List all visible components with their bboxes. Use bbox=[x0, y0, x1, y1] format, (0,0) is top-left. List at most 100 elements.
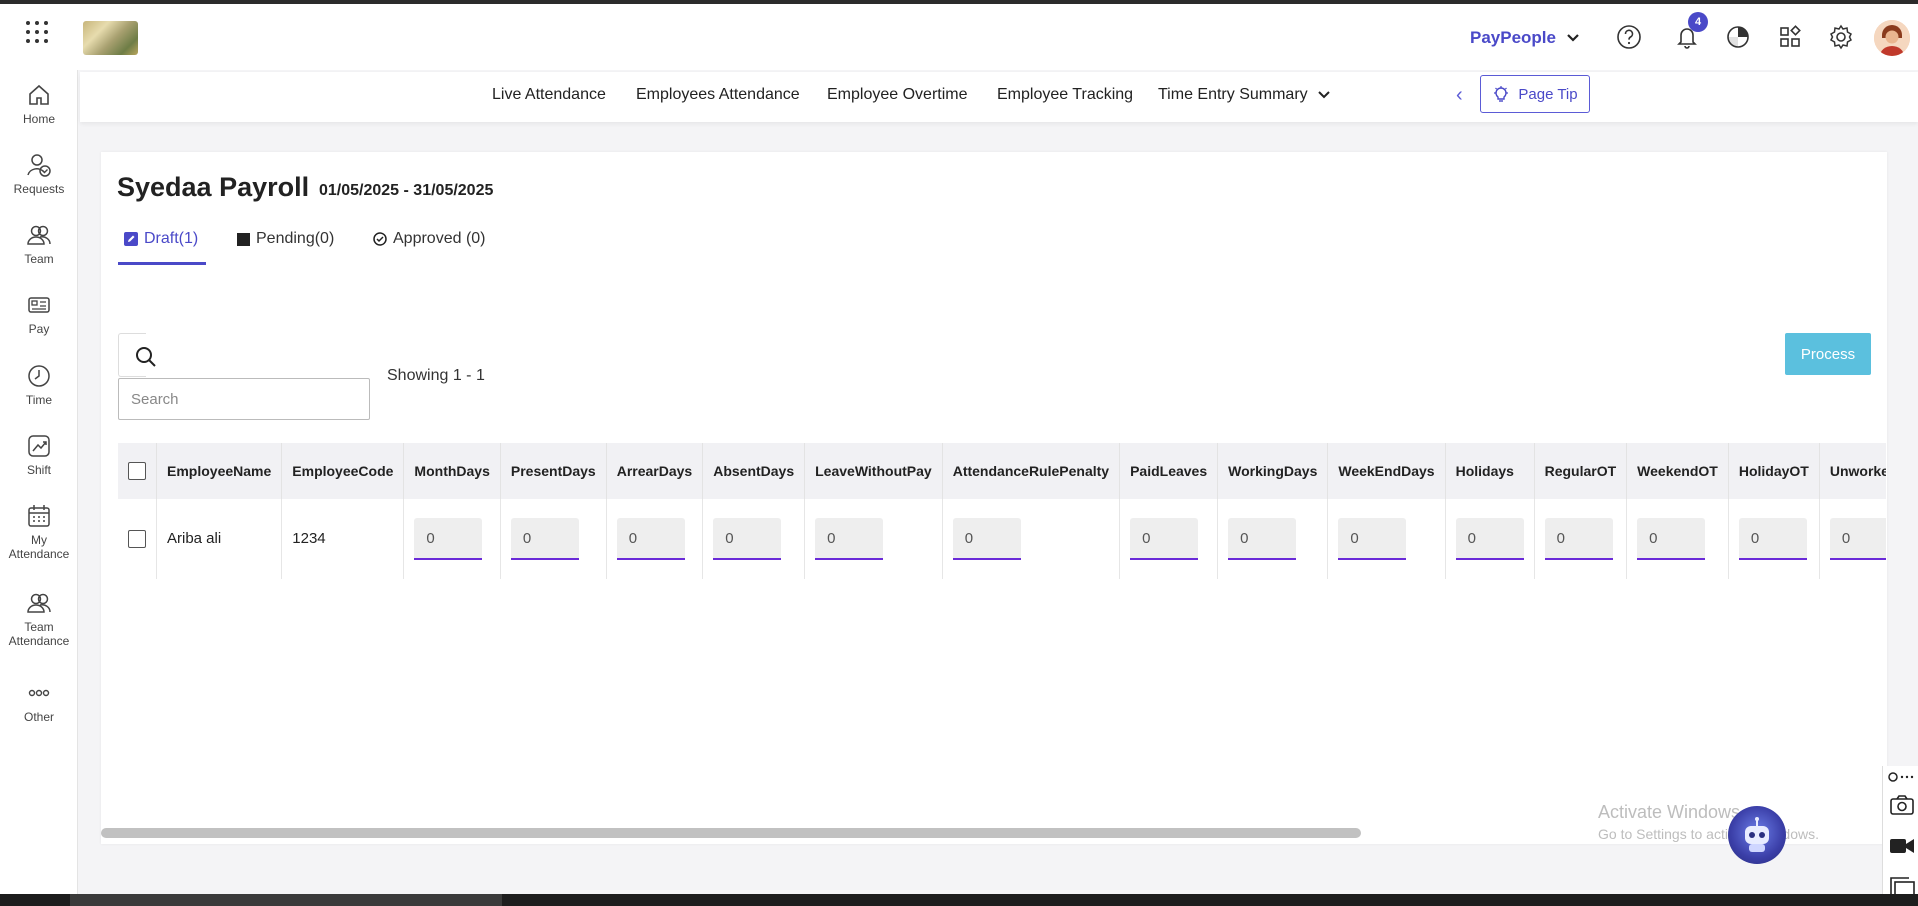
process-button[interactable]: Process bbox=[1785, 333, 1871, 375]
subnav-time-entry-summary[interactable]: Time Entry Summary bbox=[1158, 86, 1330, 104]
regular-ot-input[interactable]: 0 bbox=[1544, 517, 1613, 560]
subnav-employee-tracking[interactable]: Employee Tracking bbox=[997, 86, 1133, 104]
column-header[interactable]: PresentDays bbox=[500, 443, 607, 499]
holiday-ot-input[interactable]: 0 bbox=[1738, 517, 1807, 560]
camera-icon[interactable] bbox=[1889, 794, 1915, 816]
requests-icon bbox=[27, 154, 51, 177]
sidebar-item-time[interactable]: Time bbox=[0, 363, 78, 407]
sidebar-item-team-attendance[interactable]: Team Attendance bbox=[0, 590, 78, 648]
page-tip-button[interactable]: Page Tip bbox=[1480, 75, 1590, 113]
sidebar-item-my-attendance[interactable]: My Attendance bbox=[0, 503, 78, 561]
column-header[interactable]: Holidays bbox=[1445, 443, 1535, 499]
sidebar-item-pay[interactable]: Pay bbox=[0, 292, 78, 336]
unworked-days-input[interactable]: 0 bbox=[1829, 517, 1886, 560]
help-icon[interactable] bbox=[1614, 22, 1644, 52]
attendance-rule-penalty-input[interactable]: 0 bbox=[952, 517, 1021, 560]
working-days-input[interactable]: 0 bbox=[1228, 517, 1297, 560]
tab-approved[interactable]: Approved (0) bbox=[373, 230, 486, 248]
sidebar-item-home[interactable]: Home bbox=[0, 82, 78, 126]
column-header[interactable]: UnworkedDays bbox=[1819, 443, 1886, 499]
arrear-days-input[interactable]: 0 bbox=[616, 517, 685, 560]
search-input[interactable] bbox=[118, 378, 370, 420]
row-checkbox[interactable] bbox=[128, 529, 146, 548]
app-launcher-icon[interactable] bbox=[26, 21, 48, 43]
robot-icon bbox=[1745, 817, 1769, 852]
present-days-input[interactable]: 0 bbox=[510, 517, 579, 560]
holidays-input[interactable]: 0 bbox=[1455, 517, 1524, 560]
column-header[interactable]: WeekendOT bbox=[1626, 443, 1729, 499]
team-attendance-icon bbox=[27, 593, 51, 613]
column-header[interactable]: RegularOT bbox=[1534, 443, 1628, 499]
theme-icon[interactable] bbox=[1723, 22, 1753, 52]
weekend-days-cell: 0 bbox=[1327, 499, 1446, 579]
column-header[interactable]: WorkingDays bbox=[1217, 443, 1329, 499]
user-avatar[interactable] bbox=[1874, 20, 1910, 56]
weekend-ot-input[interactable]: 0 bbox=[1637, 517, 1706, 560]
shift-icon bbox=[28, 435, 50, 457]
unworked-days-cell: 0 bbox=[1819, 499, 1886, 579]
tab-approved-label: Approved (0) bbox=[393, 230, 486, 247]
holidays-cell: 0 bbox=[1445, 499, 1535, 579]
clock-icon bbox=[28, 365, 50, 387]
payroll-table-container[interactable]: EmployeeName EmployeeCode MonthDays Pres… bbox=[118, 443, 1886, 579]
calendar-icon bbox=[28, 505, 50, 527]
square-icon bbox=[237, 232, 250, 246]
absent-days-input[interactable]: 0 bbox=[713, 517, 782, 560]
sidebar-item-team[interactable]: Team bbox=[0, 222, 78, 266]
sidebar-item-other[interactable]: Other bbox=[0, 680, 78, 724]
paid-leaves-input[interactable]: 0 bbox=[1130, 517, 1199, 560]
subnav-employee-overtime[interactable]: Employee Overtime bbox=[827, 86, 968, 104]
column-header[interactable]: EmployeeCode bbox=[281, 443, 405, 499]
subnav-live-attendance[interactable]: Live Attendance bbox=[492, 86, 606, 104]
sidebar-item-requests[interactable]: Requests bbox=[0, 152, 78, 196]
column-header[interactable]: MonthDays bbox=[403, 443, 501, 499]
tab-pending[interactable]: Pending(0) bbox=[237, 230, 334, 248]
taskbar-active-segment[interactable] bbox=[70, 894, 502, 906]
tools-settings-icon[interactable] bbox=[1887, 770, 1915, 784]
home-icon bbox=[29, 84, 49, 105]
lightbulb-icon bbox=[1494, 86, 1509, 102]
column-header[interactable]: LeaveWithoutPay bbox=[804, 443, 943, 499]
edit-icon bbox=[124, 232, 138, 246]
regular-ot-cell: 0 bbox=[1534, 499, 1628, 579]
horizontal-scrollbar[interactable] bbox=[101, 828, 1361, 838]
app-header: PayPeople 4 bbox=[0, 4, 1918, 70]
sidebar-item-shift[interactable]: Shift bbox=[0, 433, 78, 477]
weekend-days-input[interactable]: 0 bbox=[1338, 517, 1407, 560]
gear-icon[interactable] bbox=[1826, 22, 1856, 52]
month-days-cell: 0 bbox=[403, 499, 501, 579]
company-logo[interactable] bbox=[83, 21, 138, 55]
search-button[interactable] bbox=[118, 333, 156, 377]
absent-days-cell: 0 bbox=[702, 499, 806, 579]
payroll-table: EmployeeName EmployeeCode MonthDays Pres… bbox=[118, 443, 1886, 579]
column-header[interactable]: ArrearDays bbox=[606, 443, 704, 499]
column-header[interactable]: EmployeeName bbox=[156, 443, 283, 499]
active-tab-indicator bbox=[118, 262, 206, 265]
page-title: Syedaa Payroll bbox=[117, 172, 310, 202]
sidebar-item-label-line1: Team bbox=[24, 620, 54, 634]
column-header[interactable]: WeekEndDays bbox=[1327, 443, 1446, 499]
chevron-left-icon[interactable]: ‹ bbox=[1456, 84, 1463, 107]
sidebar-item-label: Other bbox=[23, 710, 54, 724]
video-icon[interactable] bbox=[1889, 836, 1915, 856]
employee-code-cell: 1234 bbox=[281, 499, 405, 579]
select-all-checkbox[interactable] bbox=[128, 462, 146, 481]
column-header[interactable]: HolidayOT bbox=[1728, 443, 1820, 499]
attendance-subnav: Live Attendance Employees Attendance Emp… bbox=[80, 72, 1918, 122]
showing-count: Showing 1 - 1 bbox=[387, 367, 485, 384]
sidebar-item-label: Shift bbox=[26, 463, 51, 477]
leave-without-pay-cell: 0 bbox=[804, 499, 943, 579]
chatbot-button[interactable] bbox=[1728, 806, 1786, 864]
column-header[interactable]: AbsentDays bbox=[702, 443, 806, 499]
subnav-employees-attendance[interactable]: Employees Attendance bbox=[636, 86, 800, 104]
apps-icon[interactable] bbox=[1775, 22, 1805, 52]
column-header[interactable]: PaidLeaves bbox=[1119, 443, 1219, 499]
select-all-cell bbox=[118, 443, 157, 499]
month-days-input[interactable]: 0 bbox=[414, 517, 483, 560]
team-icon bbox=[27, 225, 51, 245]
leave-without-pay-input[interactable]: 0 bbox=[815, 517, 884, 560]
company-switcher[interactable]: PayPeople bbox=[1470, 28, 1580, 48]
column-header[interactable]: AttendanceRulePenalty bbox=[942, 443, 1121, 499]
sidebar-item-label: Requests bbox=[13, 182, 65, 196]
tab-draft[interactable]: Draft(1) bbox=[124, 230, 198, 248]
